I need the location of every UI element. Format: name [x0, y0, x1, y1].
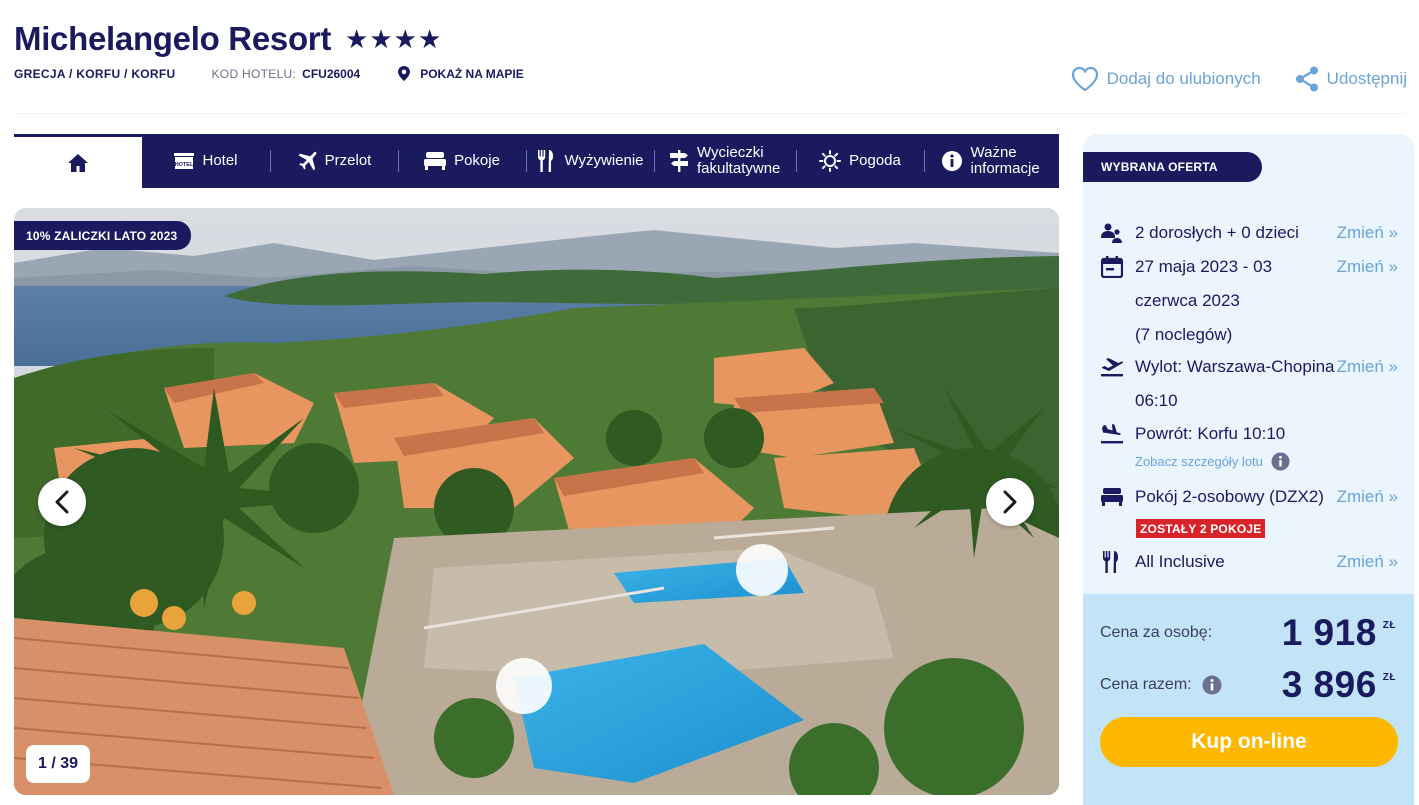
calendar-icon [1101, 250, 1135, 284]
dates-line-1: 27 maja 2023 - 03 [1135, 257, 1273, 276]
offer-return-row: Powrót: Korfu 10:10 [1101, 417, 1398, 451]
signpost-icon [670, 150, 688, 172]
tab-hotel-label: Hotel [202, 152, 238, 169]
gallery-counter: 1 / 39 [26, 745, 91, 783]
travelers-text: 2 dorosłych + 0 dzieci [1135, 223, 1299, 242]
gallery-next-button[interactable] [986, 478, 1034, 526]
arrival-plane-icon [1101, 417, 1135, 451]
tab-flight-label: Przelot [324, 152, 372, 169]
info-icon [941, 151, 962, 171]
share-icon [1295, 66, 1318, 92]
svg-text:HOTEL: HOTEL [175, 162, 194, 168]
share-button[interactable]: Udostępnij [1295, 66, 1407, 92]
selected-offer-badge: WYBRANA OFERTA [1083, 152, 1262, 182]
departure-plane-icon [1101, 350, 1135, 384]
change-travelers-link[interactable]: Zmień » [1337, 216, 1398, 250]
plane-icon [298, 151, 317, 171]
offer-dates-row: 27 maja 2023 - 03 czerwca 2023 (7 nocleg… [1101, 250, 1398, 352]
breadcrumb-location[interactable]: GRECJA / KORFU / KORFU [14, 67, 176, 81]
price-total-value: 3 896 [1281, 664, 1377, 705]
price-total-label-wrap: Cena razem: [1100, 675, 1222, 695]
dates-line-2: czerwca 2023 [1135, 291, 1240, 310]
hotel-meta: GRECJA / KORFU / KORFU KOD HOTELU: CFU26… [14, 66, 524, 81]
bed-icon [424, 152, 447, 170]
hotel-stars: ★★★★ [345, 23, 443, 54]
hotel-code-value: CFU26004 [302, 66, 361, 81]
departure-line-2: 06:10 [1135, 391, 1178, 410]
top-actions: Dodaj do ulubionych Udostępnij [1071, 66, 1407, 92]
tab-important-info-label: Ważne informacje [970, 144, 1040, 177]
change-dates-link[interactable]: Zmień » [1337, 250, 1398, 284]
change-board-link[interactable]: Zmień » [1337, 545, 1398, 579]
hotel-photo-gallery[interactable] [14, 208, 1059, 795]
add-to-favorites-button[interactable]: Dodaj do ulubionych [1071, 66, 1261, 92]
info-icon[interactable] [1202, 675, 1222, 695]
return-text: Powrót: Korfu 10:10 [1135, 424, 1286, 443]
price-total-label: Cena razem: [1100, 676, 1192, 693]
departure-text: Wylot: Warszawa-Chopina 06:10 [1135, 350, 1337, 418]
tab-important-info[interactable]: Ważne informacje [924, 134, 1059, 188]
board-text: All Inclusive [1135, 552, 1225, 571]
page-title: Michelangelo Resort ★★★★ [14, 20, 442, 58]
buy-online-button[interactable]: Kup on-line [1100, 717, 1398, 767]
hotel-code-label: KOD HOTELU: [211, 66, 297, 81]
price-per-person-row: Cena za osobę: 1 918 ZŁ [1100, 612, 1396, 654]
fork-knife-icon [538, 150, 554, 172]
price-per-person-value: 1 918 [1281, 612, 1377, 653]
tab-home[interactable] [14, 134, 142, 188]
offer-room-row: Pokój 2-osobowy (DZX2) Zmień » [1101, 480, 1398, 514]
price-total-currency: ZŁ [1382, 672, 1396, 683]
tab-weather[interactable]: Pogoda [796, 134, 924, 188]
departure-line-1: Wylot: Warszawa-Chopina [1135, 357, 1335, 376]
dates-text: 27 maja 2023 - 03 czerwca 2023 (7 nocleg… [1135, 250, 1337, 352]
promo-badge: 10% ZALICZKI LATO 2023 [14, 221, 192, 250]
fork-knife-icon [1101, 545, 1135, 579]
sun-icon [819, 150, 842, 172]
tab-excursions-label: Wycieczki fakultatywne [697, 144, 781, 177]
map-pin-icon [398, 66, 411, 81]
heart-icon [1071, 66, 1098, 92]
section-tabs: HOTEL Hotel Przelot Pokoje Wyżywienie Wy… [14, 134, 1059, 188]
show-on-map-label: POKAŻ NA MAPIE [420, 66, 524, 81]
tab-hotel[interactable]: HOTEL Hotel [142, 134, 270, 188]
rooms-left-badge: ZOSTAŁY 2 POKOJE [1136, 519, 1266, 538]
hotel-name: Michelangelo Resort [14, 20, 332, 57]
tab-rooms-label: Pokoje [454, 152, 500, 169]
share-label: Udostępnij [1326, 69, 1407, 88]
tab-weather-label: Pogoda [849, 152, 901, 169]
tab-excursions[interactable]: Wycieczki fakultatywne [654, 134, 796, 188]
price-per-person-label: Cena za osobę: [1100, 624, 1213, 641]
dates-line-3: (7 noclegów) [1135, 325, 1233, 344]
price-total-row: Cena razem: 3 896 ZŁ [1100, 664, 1396, 706]
chevron-right-icon [1003, 490, 1017, 514]
header-divider [14, 113, 1405, 114]
chevron-left-icon [55, 490, 69, 514]
people-icon [1101, 216, 1135, 250]
flight-details-link[interactable]: Zobacz szczegóły lotu [1135, 452, 1290, 471]
change-departure-link[interactable]: Zmień » [1337, 350, 1398, 384]
offer-travelers-row: 2 dorosłych + 0 dzieci Zmień » [1101, 216, 1398, 250]
show-on-map-link[interactable]: POKAŻ NA MAPIE [398, 66, 524, 81]
tab-rooms[interactable]: Pokoje [398, 134, 526, 188]
flight-details-label: Zobacz szczegóły lotu [1135, 454, 1263, 469]
offer-board-row: All Inclusive Zmień » [1101, 545, 1398, 579]
room-text: Pokój 2-osobowy (DZX2) [1135, 487, 1324, 506]
price-per-person-amount: 1 918 ZŁ [1282, 612, 1396, 654]
offer-departure-row: Wylot: Warszawa-Chopina 06:10 Zmień » [1101, 350, 1398, 418]
bed-icon [1101, 480, 1135, 514]
hotel-photo [14, 208, 1059, 795]
tab-flight[interactable]: Przelot [270, 134, 398, 188]
change-room-link[interactable]: Zmień » [1337, 480, 1398, 514]
gallery-prev-button[interactable] [38, 478, 86, 526]
price-total-amount: 3 896 ZŁ [1282, 664, 1396, 706]
tab-board[interactable]: Wyżywienie [526, 134, 654, 188]
price-per-person-currency: ZŁ [1382, 620, 1396, 631]
info-icon [1271, 452, 1290, 471]
add-to-favorites-label: Dodaj do ulubionych [1106, 69, 1261, 88]
selected-offer-panel: WYBRANA OFERTA 2 dorosłych + 0 dzieci Zm… [1083, 134, 1414, 805]
home-icon [68, 153, 88, 172]
hotel-icon: HOTEL [174, 153, 195, 169]
tab-board-label: Wyżywienie [564, 152, 644, 169]
